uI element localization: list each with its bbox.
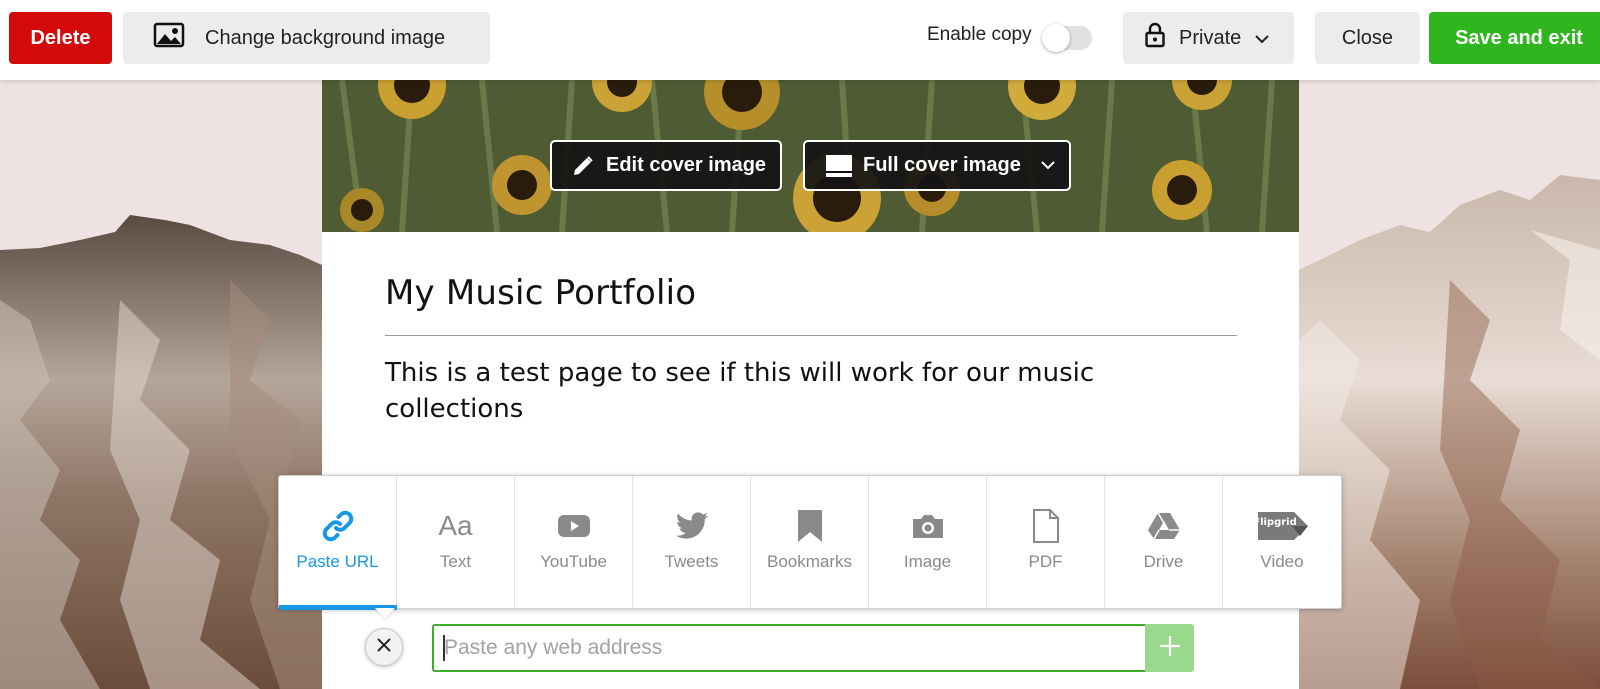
privacy-label: Private [1179, 26, 1242, 49]
close-button[interactable]: Close [1315, 12, 1420, 64]
picker-item-text[interactable]: Aa Text [397, 476, 515, 608]
picker-item-label: Paste URL [296, 552, 379, 571]
text-icon: Aa [438, 508, 472, 544]
page-description[interactable]: This is a test page to see if this will … [385, 355, 1185, 427]
text-caret [443, 635, 445, 661]
picker-item-tweets[interactable]: Tweets [633, 476, 751, 608]
enable-copy-label: Enable copy [927, 24, 1032, 45]
bookmark-icon [797, 508, 823, 544]
cancel-add-button[interactable] [365, 628, 403, 666]
picker-item-paste-url[interactable]: Paste URL [279, 476, 397, 610]
url-input[interactable] [432, 624, 1145, 672]
close-icon [376, 637, 392, 657]
picker-item-drive[interactable]: Drive [1105, 476, 1223, 608]
picker-item-pdf[interactable]: PDF [987, 476, 1105, 608]
flipgrid-icon: Flipgrid [1254, 508, 1310, 544]
change-background-button[interactable]: Change background image [123, 12, 490, 64]
plus-icon [1159, 635, 1181, 661]
picker-item-label: Drive [1143, 552, 1184, 571]
picker-item-label: Image [903, 552, 952, 571]
lock-icon [1145, 22, 1165, 54]
add-url-button[interactable] [1145, 624, 1194, 672]
pdf-icon [1032, 508, 1060, 544]
cover-image: Edit cover image Full cover image [322, 80, 1299, 232]
chevron-down-icon [1255, 27, 1269, 50]
close-button-label: Close [1341, 26, 1394, 49]
picker-item-youtube[interactable]: YouTube [515, 476, 633, 608]
privacy-dropdown[interactable]: Private [1123, 12, 1294, 64]
title-divider [385, 335, 1237, 336]
full-cover-label: Full cover image [863, 154, 1021, 176]
camera-icon [911, 508, 945, 544]
picker-item-label: Bookmarks [766, 552, 853, 571]
save-button-label: Save and exit [1455, 26, 1583, 49]
youtube-icon [557, 508, 591, 544]
full-cover-image-dropdown[interactable]: Full cover image [803, 140, 1071, 191]
chevron-down-icon [1041, 161, 1055, 170]
picker-pointer [375, 608, 395, 619]
drive-icon [1147, 508, 1181, 544]
delete-button[interactable]: Delete [9, 12, 112, 64]
toggle-knob [1042, 24, 1070, 52]
picker-item-label: Text [439, 552, 472, 571]
picker-item-bookmarks[interactable]: Bookmarks [751, 476, 869, 608]
picker-item-label: YouTube [540, 552, 607, 571]
picker-item-label: Tweets [664, 552, 719, 571]
twitter-icon [675, 508, 709, 544]
change-background-label: Change background image [205, 26, 446, 49]
image-icon [153, 22, 185, 54]
picker-item-image[interactable]: Image [869, 476, 987, 608]
text-icon-glyph: Aa [438, 510, 473, 541]
picker-item-label: Video [1260, 552, 1304, 571]
pencil-icon [572, 155, 594, 177]
save-and-exit-button[interactable]: Save and exit [1429, 12, 1600, 64]
picker-item-video[interactable]: Flipgrid Video [1223, 476, 1341, 608]
cover-layout-icon [825, 154, 853, 178]
link-icon [321, 508, 355, 544]
flipgrid-logo-text: Flipgrid [1254, 517, 1297, 528]
delete-button-label: Delete [30, 26, 91, 49]
edit-cover-label: Edit cover image [606, 154, 767, 176]
enable-copy-toggle[interactable] [1042, 24, 1092, 52]
top-toolbar: Delete Change background image Enable co… [0, 0, 1600, 80]
block-type-picker: Paste URL Aa Text YouTube Tweets Bookmar… [278, 475, 1342, 610]
page-title[interactable]: My Music Portfolio [385, 273, 696, 313]
picker-item-label: PDF [1028, 552, 1063, 571]
edit-cover-image-button[interactable]: Edit cover image [550, 140, 782, 191]
